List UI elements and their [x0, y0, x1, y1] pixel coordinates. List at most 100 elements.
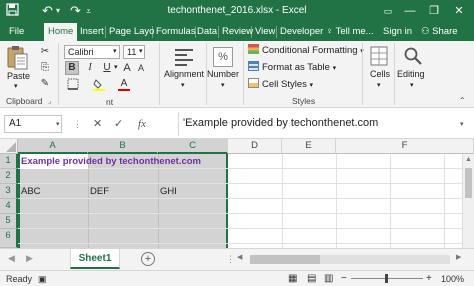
minimize-button[interactable]: —	[401, 2, 419, 20]
table-row	[18, 169, 474, 184]
cell-styles-button[interactable]: Cell Styles ▾	[248, 78, 313, 92]
scroll-left-icon[interactable]: ◀	[237, 253, 246, 265]
cell-a3[interactable]: ABC	[21, 184, 41, 199]
format-as-table-button[interactable]: Format as Table ▾	[248, 61, 336, 75]
cell-b3[interactable]: DEF	[90, 184, 109, 199]
restore-button[interactable]: ❐	[425, 2, 443, 20]
column-header-b[interactable]: B	[88, 139, 158, 154]
underline-button[interactable]: U	[100, 61, 114, 75]
expand-formula-bar-icon[interactable]: ▾	[460, 120, 464, 128]
share-button[interactable]: ⚇ Share	[421, 23, 458, 41]
cut-icon[interactable]: ✂	[38, 45, 52, 59]
column-header-d[interactable]: D	[228, 139, 282, 154]
font-size-dropdown-icon[interactable]: ▾	[139, 47, 143, 55]
tab-page-layout[interactable]: Page Layo	[105, 23, 158, 41]
decrease-font-icon[interactable]: A	[134, 61, 148, 75]
zoom-out-button[interactable]: −	[341, 273, 347, 285]
zoom-level[interactable]: 100%	[441, 273, 464, 285]
page-layout-view-icon[interactable]: ▤	[307, 273, 316, 285]
number-format-icon[interactable]: %	[213, 47, 233, 67]
copy-icon[interactable]: ⎘	[38, 61, 52, 75]
page-break-preview-icon[interactable]: ▥	[324, 273, 333, 285]
vertical-scrollbar[interactable]: ▲	[462, 154, 474, 248]
close-button[interactable]: ✕	[450, 2, 468, 20]
tab-split-handle-icon[interactable]: ⋮	[226, 254, 235, 265]
tab-data[interactable]: Data	[193, 23, 221, 41]
table-row	[18, 199, 474, 214]
record-macro-icon[interactable]: ▣	[38, 273, 47, 285]
ribbon-display-options-button[interactable]: ▭	[379, 2, 397, 20]
font-name-box[interactable]: Calibri	[64, 45, 120, 59]
row-header-2[interactable]: 2	[0, 169, 18, 184]
name-box-dropdown-icon[interactable]: ▾	[56, 120, 60, 128]
select-all-corner[interactable]	[0, 139, 18, 154]
row-header-6[interactable]: 6	[0, 229, 18, 248]
format-painter-icon[interactable]: ✎	[38, 77, 52, 91]
zoom-slider-thumb[interactable]	[385, 274, 388, 283]
font-name-dropdown-icon[interactable]: ▾	[113, 47, 117, 55]
tab-developer[interactable]: Developer	[276, 23, 327, 41]
row-header-3[interactable]: 3	[0, 184, 18, 199]
prev-sheet-icon[interactable]: ◀	[8, 253, 15, 264]
paste-dropdown-icon[interactable]: ▾	[14, 82, 18, 90]
add-sheet-button[interactable]: +	[141, 252, 155, 266]
editing-button[interactable]: Editing	[397, 69, 425, 79]
tab-home[interactable]: Home	[44, 23, 78, 41]
formula-input[interactable]: 'Example provided by techonthenet.com	[183, 115, 470, 133]
alignment-dropdown-icon[interactable]: ▾	[181, 81, 185, 89]
name-box[interactable]: A1	[4, 115, 62, 133]
alignment-icon[interactable]	[173, 47, 195, 67]
tab-file[interactable]: File	[5, 23, 28, 41]
editing-dropdown-icon[interactable]: ▾	[410, 81, 414, 89]
vertical-scroll-thumb[interactable]	[465, 168, 472, 198]
cells-dropdown-icon[interactable]: ▾	[377, 81, 381, 89]
alignment-button[interactable]: Alignment	[164, 69, 204, 79]
tab-insert[interactable]: Insert	[76, 23, 108, 41]
table-row	[18, 214, 474, 229]
number-dropdown-icon[interactable]: ▾	[221, 81, 225, 89]
scroll-right-icon[interactable]: ▶	[456, 253, 461, 261]
insert-function-icon[interactable]: fx	[138, 116, 146, 132]
bold-button[interactable]: B	[65, 61, 79, 75]
cell-c3[interactable]: GHI	[160, 184, 177, 199]
sheet-tab-sheet1[interactable]: Sheet1	[70, 249, 120, 269]
clipboard-launcher-icon[interactable]: ⌟	[48, 97, 51, 105]
cell-a1[interactable]: Example provided by techonthenet.com	[21, 154, 201, 169]
number-button[interactable]: Number	[207, 69, 239, 79]
paste-button[interactable]	[6, 45, 30, 71]
scroll-up-icon[interactable]: ▲	[463, 156, 474, 163]
horizontal-scrollbar[interactable]	[250, 255, 450, 264]
format-as-table-label: Format as Table	[262, 62, 330, 73]
format-table-icon	[248, 61, 259, 71]
row-header-1[interactable]: 1	[0, 154, 18, 169]
sign-in-link[interactable]: Sign in	[383, 23, 412, 41]
font-color-letter: A	[120, 78, 128, 89]
collapse-ribbon-icon[interactable]: ⌃	[459, 96, 466, 105]
enter-icon[interactable]: ✓	[114, 116, 123, 132]
cells-icon[interactable]	[370, 46, 388, 66]
editing-search-icon[interactable]	[403, 46, 423, 66]
column-header-a[interactable]: A	[18, 139, 88, 154]
tell-me-search[interactable]: ♀ Tell me...	[326, 23, 374, 41]
conditional-formatting-button[interactable]: Conditional Formatting ▾	[248, 44, 364, 58]
cells-button[interactable]: Cells	[370, 69, 390, 79]
worksheet-grid[interactable]: A B C D E F 1 2 3 4 5 6 Example provided…	[0, 139, 474, 248]
font-color-icon[interactable]: A	[117, 78, 131, 92]
row-header-4[interactable]: 4	[0, 199, 18, 214]
table-row	[18, 229, 474, 244]
group-separator	[159, 43, 160, 105]
horizontal-scroll-thumb[interactable]	[250, 255, 320, 264]
column-header-f[interactable]: F	[336, 139, 474, 154]
next-sheet-icon[interactable]: ▶	[26, 253, 33, 264]
underline-dropdown-icon[interactable]: ▾	[114, 63, 118, 71]
italic-button[interactable]: I	[83, 61, 97, 75]
column-header-e[interactable]: E	[282, 139, 336, 154]
normal-view-icon[interactable]: ▦	[288, 273, 297, 285]
increase-font-icon[interactable]: A	[120, 61, 134, 75]
borders-icon[interactable]	[66, 78, 80, 92]
column-header-c[interactable]: C	[158, 139, 228, 154]
fill-color-icon[interactable]	[92, 78, 106, 92]
zoom-in-button[interactable]: +	[426, 273, 432, 285]
cancel-icon[interactable]: ✕	[93, 116, 102, 132]
row-header-5[interactable]: 5	[0, 214, 18, 229]
